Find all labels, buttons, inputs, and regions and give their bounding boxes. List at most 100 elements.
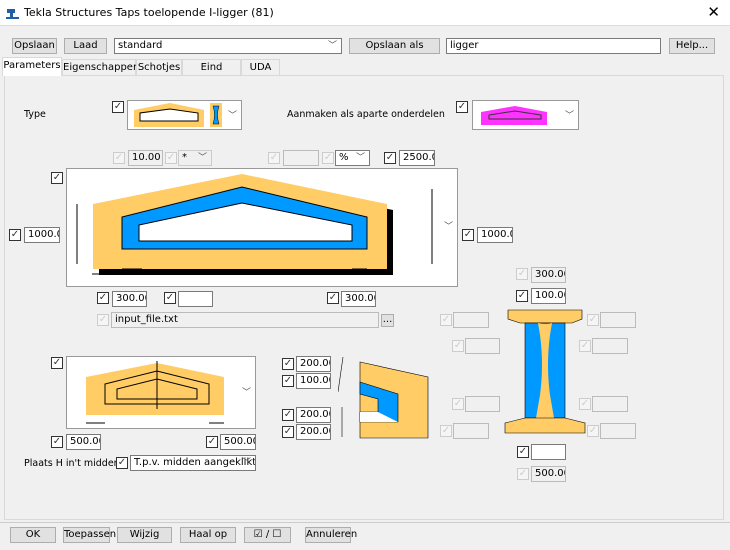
chamfer-right-input[interactable]: 500.00 <box>220 434 256 450</box>
save-as-name-input[interactable]: ligger <box>446 38 661 54</box>
left-1-input[interactable] <box>453 312 489 328</box>
chevron-down-icon: ﹀ <box>197 153 207 163</box>
load-button[interactable]: Laad <box>64 38 107 54</box>
chevron-down-icon: ﹀ <box>443 222 453 232</box>
chamfer-shape-checkbox[interactable]: ✓ <box>51 357 63 369</box>
slope-input[interactable] <box>283 150 319 166</box>
bottom-width-checkbox[interactable]: ✓ <box>517 468 529 480</box>
chevron-down-icon: ﹀ <box>241 458 251 468</box>
help-button[interactable]: Help... <box>669 38 715 54</box>
top-width-input[interactable]: 300.00 <box>531 267 566 283</box>
left-3-checkbox[interactable]: ✓ <box>452 398 464 410</box>
tab-parameters[interactable]: Parameters <box>2 57 62 76</box>
top-flange-2-checkbox[interactable]: ✓ <box>282 375 294 387</box>
save-button[interactable]: Opslaan <box>12 38 57 54</box>
height-left-input[interactable]: 1000.00 <box>24 227 60 243</box>
separate-parts-label: Aanmaken als aparte onderdelen <box>287 109 445 120</box>
toggle-checkboxes-button[interactable]: ☑ / ☐ <box>244 527 291 543</box>
tab-schotjes[interactable]: Schotjes <box>136 59 182 76</box>
height-left-checkbox[interactable]: ✓ <box>9 229 21 241</box>
bottom-flange-2-checkbox[interactable]: ✓ <box>282 426 294 438</box>
left-3-input[interactable] <box>465 396 500 412</box>
type-checkbox[interactable]: ✓ <box>112 101 124 113</box>
cancel-button[interactable]: Annuleren <box>305 527 357 543</box>
main-shape-checkbox[interactable]: ✓ <box>51 172 63 184</box>
separate-parts-select[interactable]: ﹀ <box>472 100 579 130</box>
chevron-down-icon: ﹀ <box>227 111 237 121</box>
chevron-down-icon: ﹀ <box>564 111 574 121</box>
angle-input[interactable]: 10.00 <box>128 150 163 166</box>
left-4-input[interactable] <box>453 423 489 439</box>
right-2-checkbox[interactable]: ✓ <box>579 340 591 352</box>
offset-right-checkbox[interactable]: ✓ <box>327 292 339 304</box>
save-as-button[interactable]: Opslaan als <box>349 38 440 54</box>
get-button[interactable]: Haal op <box>180 527 236 543</box>
browse-button[interactable]: ... <box>381 314 394 327</box>
top-flange-1-input[interactable]: 200.00 <box>296 356 331 372</box>
height-right-input[interactable]: 1000.00 <box>477 227 513 243</box>
tab-eigenschappen[interactable]: Eigenschappen <box>62 59 139 76</box>
angle-unit-select[interactable]: * ﹀ <box>178 150 212 166</box>
right-3-input[interactable] <box>592 396 628 412</box>
chevron-down-icon: ﹀ <box>355 153 365 163</box>
place-h-select[interactable]: T.p.v. midden aangeklikte ﹀ <box>130 455 256 471</box>
left-2-checkbox[interactable]: ✓ <box>452 340 464 352</box>
tapered-beam-type-icon <box>134 103 222 127</box>
top-web-input[interactable]: 100.00 <box>531 288 566 304</box>
modify-button[interactable]: Wijzig <box>117 527 172 543</box>
right-3-checkbox[interactable]: ✓ <box>579 398 591 410</box>
right-1-checkbox[interactable]: ✓ <box>587 314 599 326</box>
type-select[interactable]: ﹀ <box>127 100 242 130</box>
angle-unit-checkbox[interactable]: ✓ <box>165 152 177 164</box>
offset-left-checkbox[interactable]: ✓ <box>97 292 109 304</box>
chamfer-left-input[interactable]: 500.00 <box>66 434 101 450</box>
left-4-checkbox[interactable]: ✓ <box>440 425 452 437</box>
chamfer-right-checkbox[interactable]: ✓ <box>206 436 218 448</box>
chevron-down-icon: ﹀ <box>241 388 251 398</box>
bottom-web-input[interactable] <box>531 444 566 460</box>
preset-select[interactable]: standard ﹀ <box>114 38 342 54</box>
angle-checkbox[interactable]: ✓ <box>113 152 125 164</box>
chamfer-left-checkbox[interactable]: ✓ <box>51 436 63 448</box>
top-flange-1-checkbox[interactable]: ✓ <box>282 358 294 370</box>
angle-unit-value: * <box>182 152 187 163</box>
slope-unit-select[interactable]: % ﹀ <box>335 150 370 166</box>
slope-checkbox[interactable]: ✓ <box>268 152 280 164</box>
right-4-checkbox[interactable]: ✓ <box>587 425 599 437</box>
offset-right-input[interactable]: 300.00 <box>341 291 376 307</box>
tab-eind-details[interactable]: Eind details <box>182 59 241 89</box>
apply-button[interactable]: Toepassen <box>63 527 116 543</box>
offset-left-input[interactable]: 300.00 <box>112 291 147 307</box>
footer-divider <box>0 522 730 523</box>
offset-mid-checkbox[interactable]: ✓ <box>164 292 176 304</box>
tekla-logo-icon <box>6 9 19 19</box>
left-2-input[interactable] <box>465 338 500 354</box>
top-web-checkbox[interactable]: ✓ <box>516 290 528 302</box>
close-button[interactable]: ✕ <box>707 3 720 21</box>
chamfer-shape-select[interactable]: ﹀ <box>66 356 256 429</box>
file-checkbox[interactable]: ✓ <box>97 314 109 326</box>
right-1-input[interactable] <box>600 312 636 328</box>
bottom-web-checkbox[interactable]: ✓ <box>517 446 529 458</box>
main-shape-select[interactable]: ﹀ <box>66 168 458 287</box>
offset-mid-input[interactable] <box>178 291 213 307</box>
separate-parts-checkbox[interactable]: ✓ <box>456 101 468 113</box>
length-checkbox[interactable]: ✓ <box>384 152 396 164</box>
length-input[interactable]: 2500.00 <box>399 150 435 166</box>
file-input[interactable]: input_file.txt <box>111 312 379 328</box>
right-2-input[interactable] <box>592 338 628 354</box>
place-h-checkbox[interactable]: ✓ <box>116 457 128 469</box>
right-4-input[interactable] <box>600 423 636 439</box>
slope-unit-checkbox[interactable]: ✓ <box>322 152 334 164</box>
bottom-flange-1-checkbox[interactable]: ✓ <box>282 409 294 421</box>
bottom-flange-2-input[interactable]: 200.00 <box>296 424 331 440</box>
height-right-checkbox[interactable]: ✓ <box>462 229 474 241</box>
tab-uda[interactable]: UDA <box>241 59 280 76</box>
bottom-width-input[interactable]: 500.00 <box>531 466 566 482</box>
bottom-flange-1-input[interactable]: 200.00 <box>296 407 331 423</box>
top-flange-2-input[interactable]: 100.00 <box>296 373 331 389</box>
chamfer-diagram <box>86 361 224 424</box>
ok-button[interactable]: OK <box>10 527 56 543</box>
top-width-checkbox[interactable]: ✓ <box>516 268 528 280</box>
left-1-checkbox[interactable]: ✓ <box>440 314 452 326</box>
